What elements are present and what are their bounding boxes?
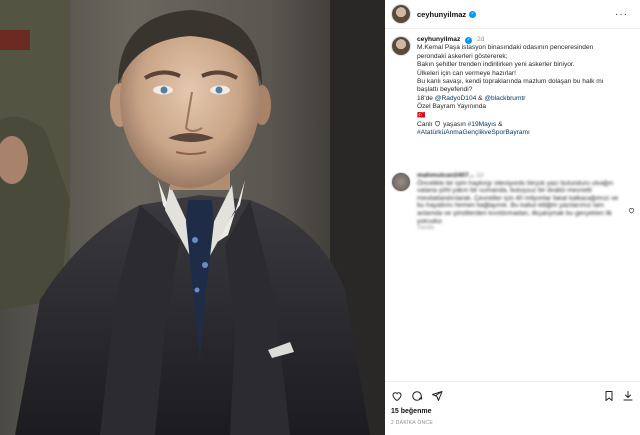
mention-link[interactable]: @blackbrumtr	[484, 95, 525, 102]
caption-line: Bakın şehitler trenden indirilirken yeni…	[417, 61, 575, 69]
author-avatar[interactable]	[391, 4, 411, 24]
commenter-username[interactable]: mahmutcan2407...	[417, 172, 474, 179]
caption-line: M.Kemal Paşa istasyon binasındaki odasın…	[417, 44, 594, 52]
more-options-icon[interactable]: ···	[615, 9, 628, 20]
reply-button[interactable]: Yanıtla	[417, 225, 627, 233]
like-heart-icon[interactable]	[391, 390, 403, 402]
caption-line: Canlı yaşasın #19Mayıs &	[417, 120, 636, 129]
verified-badge-icon: ✓	[469, 10, 477, 18]
comment-text: Öncelikle bir işim haykırgı sitesiyordu …	[417, 179, 619, 225]
comment-time: 1d	[476, 172, 484, 179]
caption-text: ceyhunyilmaz ✓ 2d M.Kemal Paşa istasyon …	[417, 36, 636, 138]
likes-count[interactable]: 15 beğenme	[391, 408, 431, 415]
caption-text-fragment: Canlı	[417, 121, 435, 129]
caption-avatar[interactable]	[391, 36, 411, 56]
caption-username[interactable]: ceyhunyilmaz	[417, 36, 460, 43]
post-header: ceyhunyilmaz ✓ ···	[385, 0, 640, 29]
caption-line: Bu kanlı savaşı, kendi topraklarında maz…	[417, 78, 604, 86]
comment-like-icon[interactable]	[628, 207, 635, 214]
caption-line: Özel Bayram Yayınında	[417, 103, 487, 111]
post-photo	[0, 0, 385, 435]
author-username[interactable]: ceyhunyilmaz	[417, 10, 466, 19]
comment-item: mahmutcan2407... 1d Öncelikle bir işim h…	[391, 172, 636, 233]
caption-text-fragment: yaşasın	[441, 121, 468, 129]
mention-link[interactable]: @RadyoD104	[435, 95, 477, 102]
caption-line: perondaki askerleri göstererek;	[417, 52, 508, 60]
post-sidebar: ceyhunyilmaz ✓ ··· ceyhunyilmaz ✓ 2d M.K…	[385, 0, 640, 435]
caption-block: ceyhunyilmaz ✓ 2d M.Kemal Paşa istasyon …	[391, 36, 636, 138]
hashtag-link[interactable]: #AtatürküAnmaGençlikveSporBayramı	[417, 129, 636, 137]
action-bar	[385, 381, 640, 410]
save-bookmark-icon[interactable]	[603, 390, 615, 402]
caption-time: 2d	[476, 36, 485, 43]
share-icon[interactable]	[431, 390, 443, 402]
hashtag-link[interactable]: #19Mayıs	[468, 121, 497, 128]
caption-verified-icon: ✓	[465, 37, 473, 44]
caption-line: başlattı beyefendi?	[417, 86, 473, 94]
caption-text-fragment: 18'de	[417, 94, 435, 102]
caption-line: 🇹🇷	[417, 111, 426, 119]
caption-line: Ülkeleri için can vermeye hazırlar!	[417, 69, 516, 77]
portrait-image	[0, 0, 385, 435]
commenter-avatar[interactable]	[391, 172, 411, 192]
comment-body: mahmutcan2407... 1d Öncelikle bir işim h…	[417, 172, 627, 233]
comment-icon[interactable]	[411, 390, 423, 402]
caption-text-fragment: &	[496, 121, 503, 129]
caption-line: 18'de @RadyoD104 & @blackbrumtr	[417, 95, 636, 103]
download-icon[interactable]	[622, 390, 634, 402]
post-timestamp: 2 DAKİKA ÖNCE	[391, 420, 433, 426]
